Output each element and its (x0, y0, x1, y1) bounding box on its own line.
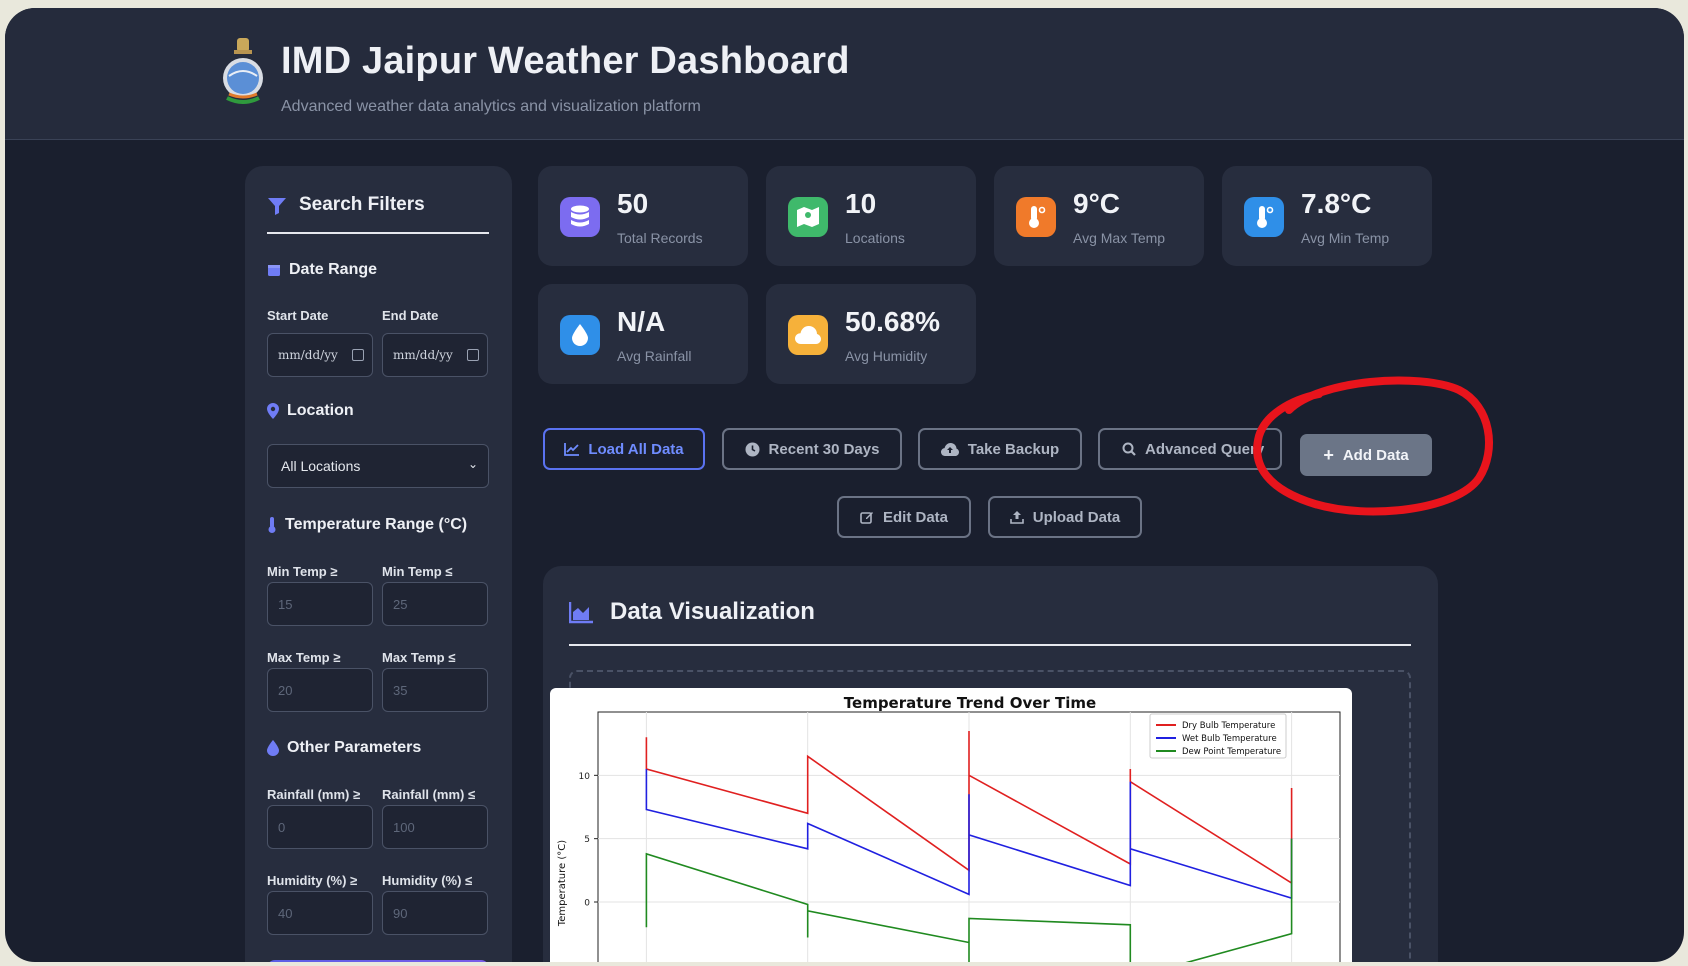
cloud-upload-icon (940, 442, 959, 456)
page-title: IMD Jaipur Weather Dashboard (281, 40, 850, 82)
humidity-ge-label: Humidity (%) ≥ (267, 873, 358, 888)
stat-value: 7.8°C (1301, 188, 1372, 219)
upload-icon (1009, 511, 1024, 524)
cloud-icon (788, 315, 828, 355)
stat-label: Total Records (617, 230, 703, 246)
chart-svg: Temperature Trend Over Time Temperature … (557, 694, 1341, 962)
stat-value: 9°C (1073, 188, 1120, 219)
thermometer-hot-icon (1016, 197, 1056, 237)
map-icon (788, 197, 828, 237)
red-annotation-circle (1253, 376, 1494, 516)
stat-label: Avg Rainfall (617, 348, 692, 364)
stat-label: Avg Humidity (845, 348, 928, 364)
legend-label: Dry Bulb Temperature (1182, 721, 1275, 731)
droplet-icon (267, 740, 279, 756)
stat-card-locations: 10 Locations (766, 166, 976, 266)
map-pin-icon (267, 403, 279, 419)
max-temp-le-label: Max Temp ≤ (382, 650, 456, 665)
upload-data-button[interactable]: Upload Data (988, 496, 1142, 538)
visualization-title: Data Visualization (610, 598, 815, 625)
location-heading: Location (267, 402, 354, 420)
y-axis-label: Temperature (°C) (557, 840, 568, 927)
calendar-icon (268, 265, 280, 276)
max-temp-le-input[interactable]: 35 (382, 668, 488, 712)
load-all-data-button[interactable]: Load All Data (543, 428, 705, 470)
min-temp-ge-label: Min Temp ≥ (267, 564, 338, 579)
search-icon (1122, 442, 1136, 456)
calendar-picker-icon[interactable] (467, 349, 479, 361)
area-chart-icon (569, 602, 593, 624)
recent-30-days-button[interactable]: Recent 30 Days (722, 428, 902, 470)
max-temp-ge-input[interactable]: 20 (267, 668, 373, 712)
search-filters-header: Search Filters (267, 194, 489, 234)
temperature-range-heading: Temperature Range (°C) (267, 516, 467, 534)
stat-value: 50.68% (845, 306, 940, 337)
y-tick-label: 10 (579, 772, 591, 782)
edit-data-button[interactable]: Edit Data (837, 496, 971, 538)
imd-emblem-icon (223, 38, 263, 104)
stat-card-avg-max-temp: 9°C Avg Max Temp (994, 166, 1204, 266)
edit-icon (860, 512, 873, 524)
rainfall-ge-label: Rainfall (mm) ≥ (267, 787, 361, 802)
date-range-heading: Date Range (267, 261, 377, 279)
droplet-icon (560, 315, 600, 355)
stat-label: Avg Max Temp (1073, 230, 1166, 246)
apply-filters-button[interactable] (267, 960, 489, 962)
rainfall-le-input[interactable]: 100 (382, 805, 488, 849)
page-header: IMD Jaipur Weather Dashboard Advanced we… (5, 8, 1684, 140)
stat-card-avg-humidity: 50.68% Avg Humidity (766, 284, 976, 384)
database-icon (560, 197, 600, 237)
take-backup-button[interactable]: Take Backup (918, 428, 1082, 470)
stat-value: 50 (617, 188, 649, 219)
rainfall-ge-input[interactable]: 0 (267, 805, 373, 849)
calendar-picker-icon[interactable] (352, 349, 364, 361)
stat-label: Avg Min Temp (1301, 230, 1390, 246)
temperature-chart: Temperature Trend Over Time Temperature … (550, 688, 1352, 962)
stat-value: 10 (845, 188, 877, 219)
start-date-input[interactable]: mm/dd/yy (267, 333, 373, 377)
stat-card-total-records: 50 Total Records (538, 166, 748, 266)
app-window: IMD Jaipur Weather Dashboard Advanced we… (5, 8, 1684, 962)
max-temp-ge-label: Max Temp ≥ (267, 650, 341, 665)
other-parameters-heading: Other Parameters (267, 739, 421, 757)
y-tick-label: 5 (584, 835, 590, 845)
stat-card-avg-rainfall: N/A Avg Rainfall (538, 284, 748, 384)
y-tick-label: 0 (584, 899, 590, 909)
end-date-input[interactable]: mm/dd/yy (382, 333, 488, 377)
page-subtitle: Advanced weather data analytics and visu… (281, 98, 701, 115)
min-temp-le-input[interactable]: 25 (382, 582, 488, 626)
search-filters-panel: Search Filters Date Range Start Date End… (245, 166, 512, 962)
clock-icon (745, 442, 760, 456)
stat-value: N/A (617, 306, 666, 337)
humidity-le-input[interactable]: 90 (382, 891, 488, 935)
thermometer-cold-icon (1244, 197, 1284, 237)
humidity-le-label: Humidity (%) ≤ (382, 873, 473, 888)
min-temp-ge-input[interactable]: 15 (267, 582, 373, 626)
chevron-down-icon: ⌄ (467, 457, 478, 471)
humidity-ge-input[interactable]: 40 (267, 891, 373, 935)
stat-label: Locations (845, 230, 905, 246)
min-temp-le-label: Min Temp ≤ (382, 564, 453, 579)
chart-title: Temperature Trend Over Time (844, 694, 1096, 712)
end-date-label: End Date (382, 308, 439, 323)
thermometer-icon (268, 517, 276, 533)
stat-card-avg-min-temp: 7.8°C Avg Min Temp (1222, 166, 1432, 266)
legend-label: Dew Point Temperature (1182, 747, 1281, 757)
divider (569, 644, 1411, 646)
location-select[interactable]: All Locations ⌄ (267, 444, 489, 488)
filter-icon (268, 198, 286, 215)
start-date-label: Start Date (267, 308, 329, 323)
chart-line-icon (564, 442, 580, 456)
legend-label: Wet Bulb Temperature (1182, 734, 1277, 744)
search-filters-title: Search Filters (299, 194, 425, 215)
rainfall-le-label: Rainfall (mm) ≤ (382, 787, 476, 802)
